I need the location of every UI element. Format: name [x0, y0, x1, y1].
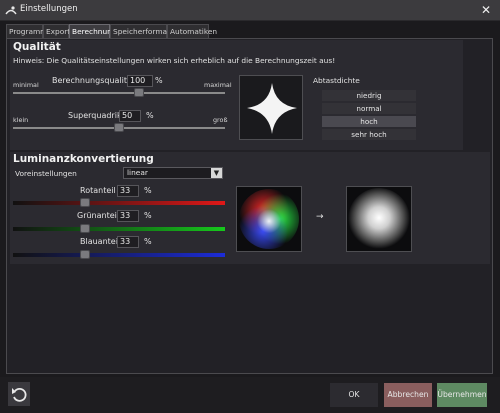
sampling-option-sehr-hoch[interactable]: sehr hoch: [322, 129, 416, 140]
blue-share-slider[interactable]: [13, 249, 225, 261]
superquadric-label: Superquadrik: [68, 111, 122, 120]
red-share-unit: %: [144, 186, 152, 195]
luminance-panel: Luminanzkonvertierung Voreinstellungen l…: [10, 152, 490, 264]
quality-slider[interactable]: [13, 87, 225, 99]
quality-slider-handle[interactable]: [134, 88, 145, 97]
cancel-button[interactable]: Abbrechen: [384, 383, 432, 407]
red-share-slider[interactable]: [13, 197, 225, 209]
arrow-right-icon: →: [316, 212, 324, 222]
superquadric-preview: [239, 75, 303, 140]
superquadric-shape: [247, 83, 297, 134]
blue-share-unit: %: [144, 237, 152, 246]
red-share-label: Rotanteil: [80, 186, 116, 195]
app-logo-icon: [5, 6, 17, 15]
blue-share-field[interactable]: 33: [117, 236, 139, 248]
tab-speicherformate[interactable]: Speicherformate: [110, 24, 175, 38]
green-share-unit: %: [144, 211, 152, 220]
quality-unit: %: [155, 76, 163, 85]
superquadric-value-field[interactable]: 50: [119, 110, 141, 122]
blue-slider-handle[interactable]: [79, 250, 90, 259]
superquadric-unit: %: [146, 111, 154, 120]
superquadric-slider-handle[interactable]: [114, 123, 124, 132]
quality-hint: Hinweis: Die Qualitätseinstellungen wirk…: [13, 56, 336, 65]
close-icon[interactable]: ✕: [478, 3, 494, 18]
settings-content: Qualität Hinweis: Die Qualitätseinstellu…: [6, 38, 493, 374]
dialog-footer: OK Abbrechen Übernehmen: [0, 377, 500, 413]
red-slider-track: [13, 201, 225, 205]
color-wheel-preview: [236, 186, 302, 252]
tab-automatiken[interactable]: Automatiken: [167, 24, 217, 38]
superquadric-slider[interactable]: [13, 122, 225, 134]
quality-panel: Qualität Hinweis: Die Qualitätseinstellu…: [10, 40, 463, 150]
green-slider-handle[interactable]: [79, 224, 90, 233]
title-bar: Einstellungen ✕: [0, 0, 500, 21]
chevron-down-icon[interactable]: ▼: [211, 168, 222, 178]
luminance-title: Luminanzkonvertierung: [13, 153, 154, 165]
luminance-result-preview: [346, 186, 412, 252]
tab-programm[interactable]: Programm: [6, 24, 47, 38]
green-share-field[interactable]: 33: [117, 210, 139, 222]
undo-arrow-glyph: [12, 387, 27, 402]
red-slider-handle[interactable]: [79, 198, 90, 207]
sampling-density-label: Abtastdichte: [313, 76, 360, 85]
presets-select[interactable]: linear ▼: [123, 167, 223, 179]
sampling-option-niedrig[interactable]: niedrig: [322, 90, 416, 101]
blue-slider-track: [13, 253, 225, 257]
red-share-field[interactable]: 33: [117, 185, 139, 197]
quality-label: Berechnungsqualität: [52, 76, 136, 85]
undo-icon[interactable]: [8, 382, 30, 406]
ok-button[interactable]: OK: [330, 383, 378, 407]
sampling-option-hoch[interactable]: hoch: [322, 116, 416, 127]
luminance-result-image: [347, 187, 411, 251]
presets-select-value: linear: [127, 168, 148, 177]
blue-share-label: Blauanteil: [80, 237, 121, 246]
green-share-label: Grünanteil: [77, 211, 120, 220]
window-title: Einstellungen: [20, 4, 78, 14]
quality-slider-track: [13, 92, 225, 94]
green-slider-track: [13, 227, 225, 231]
quality-title: Qualität: [13, 41, 61, 53]
sampling-option-normal[interactable]: normal: [322, 103, 416, 114]
apply-button[interactable]: Übernehmen: [437, 383, 487, 407]
presets-label: Voreinstellungen: [15, 169, 77, 178]
color-wheel-image: [237, 187, 301, 251]
tab-export[interactable]: Export: [43, 24, 70, 38]
quality-value-field[interactable]: 100: [127, 75, 153, 87]
tab-berechnung[interactable]: Berechnung: [69, 24, 117, 39]
green-share-slider[interactable]: [13, 223, 225, 235]
